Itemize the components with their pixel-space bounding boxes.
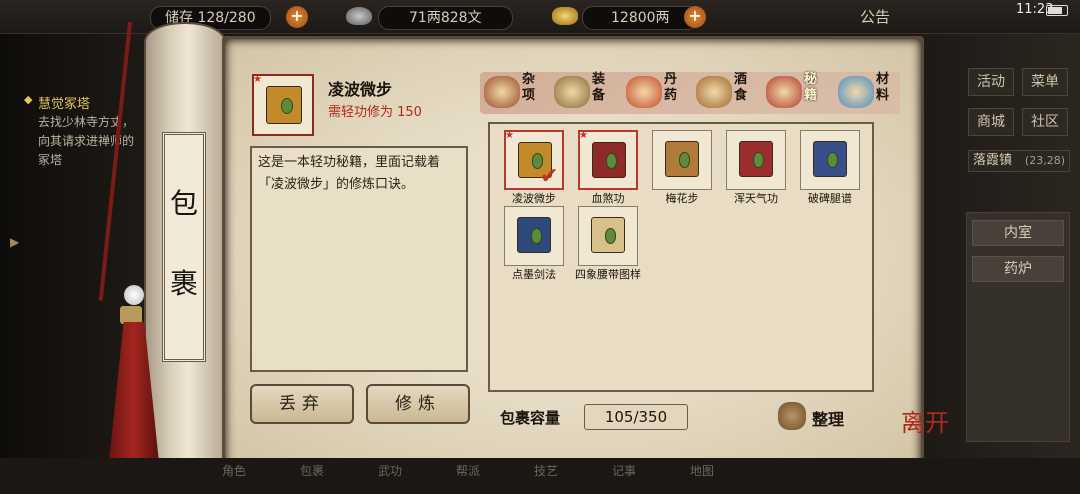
quest-description[interactable]: 去找少林寺方丈，向其请求进禅师的冢塔 xyxy=(38,113,138,170)
bottom-nav-item[interactable]: 武功 xyxy=(378,462,402,492)
money-bag-icon[interactable] xyxy=(778,402,806,430)
town-coords: (23,28) xyxy=(1024,154,1065,167)
expand-arrow-icon[interactable]: ▶ xyxy=(10,235,22,253)
community-button[interactable]: 社区 xyxy=(1022,108,1068,136)
star-icon: ★ xyxy=(505,130,514,141)
capacity-value: 105/350 xyxy=(584,404,688,430)
item-slot[interactable] xyxy=(504,206,564,266)
room-inner-chamber[interactable]: 内室 xyxy=(972,220,1064,246)
book-icon xyxy=(517,217,551,253)
notice-button[interactable]: 公告 xyxy=(860,6,890,27)
pill-icon xyxy=(626,76,662,108)
town-name[interactable]: 落霞镇 (23,28) xyxy=(968,150,1070,172)
tab-1[interactable]: 杂项 xyxy=(484,70,546,114)
book-icon xyxy=(739,141,773,177)
room-list xyxy=(966,212,1070,442)
weapon-icon xyxy=(554,76,590,108)
tab-3[interactable]: 丹药 xyxy=(626,70,688,114)
tab-4[interactable]: 酒食 xyxy=(696,70,758,114)
gold-ingot-icon xyxy=(552,7,578,25)
book-icon xyxy=(592,142,626,178)
discard-button[interactable]: 丢弃 xyxy=(250,384,354,424)
tab-label: 材料 xyxy=(876,72,890,103)
food-icon xyxy=(696,76,732,108)
tab-label: 杂项 xyxy=(522,72,536,103)
tab-6[interactable]: 材料 xyxy=(838,70,900,114)
tab-label: 酒食 xyxy=(734,72,748,103)
bottom-nav-item[interactable]: 角色 xyxy=(222,462,246,492)
sort-button[interactable]: 整理 xyxy=(812,406,844,430)
add-storage-button[interactable]: + xyxy=(286,6,308,28)
item-label: 破碑腿谱 xyxy=(808,192,852,205)
town-label: 落霞镇 xyxy=(973,153,1013,168)
tab-label: 装备 xyxy=(592,72,606,103)
book-icon xyxy=(813,141,847,177)
scroll-title-plate xyxy=(162,132,206,362)
bottom-nav-item[interactable]: 地图 xyxy=(690,462,714,492)
bottom-nav-item[interactable]: 记事 xyxy=(612,462,636,492)
tab-label: 丹药 xyxy=(664,72,678,103)
tassel-cap xyxy=(120,306,142,324)
tab-label: 秘籍 xyxy=(804,72,818,103)
book-icon xyxy=(766,76,802,108)
crystal-icon xyxy=(838,76,874,108)
item-slot[interactable] xyxy=(726,130,786,190)
shop-button[interactable]: 商城 xyxy=(968,108,1014,136)
item-description: 这是一本轻功秘籍，里面记载着「凌波微步」的修炼口诀。 xyxy=(258,155,441,192)
room-alchemy-furnace[interactable]: 药炉 xyxy=(972,256,1064,282)
item-name: 凌波微步 xyxy=(328,80,393,99)
menu-button[interactable]: 菜单 xyxy=(1022,68,1068,96)
scroll-title-char-1: 包 xyxy=(169,187,198,220)
bottom-nav-item[interactable]: 包裹 xyxy=(300,462,324,492)
item-requirement: 需轻功修为 150 xyxy=(328,105,422,120)
checkmark-icon: ✔ xyxy=(540,164,559,189)
add-gold-button[interactable]: + xyxy=(684,6,706,28)
book-icon xyxy=(591,217,625,253)
star-icon: ★ xyxy=(579,130,588,141)
item-label: 四象腰带图样 xyxy=(575,268,641,281)
battery-icon xyxy=(1046,5,1068,16)
jar-icon xyxy=(484,76,520,108)
book-icon xyxy=(665,141,699,177)
quest-title[interactable]: 慧觉冢塔 xyxy=(24,93,90,112)
copper-resource: 71两828文 xyxy=(378,6,513,30)
selected-book-icon xyxy=(266,86,302,124)
gold-value: 12800两 xyxy=(582,6,699,30)
tassel-bead xyxy=(124,285,144,305)
bottom-nav-item[interactable]: 技艺 xyxy=(534,462,558,492)
item-slot[interactable] xyxy=(652,130,712,190)
star-icon: ★ xyxy=(253,74,262,85)
bottom-nav-item[interactable]: 帮派 xyxy=(456,462,480,492)
scroll-title-char-2: 裹 xyxy=(169,267,198,300)
practice-button[interactable]: 修炼 xyxy=(366,384,470,424)
item-slot[interactable] xyxy=(578,206,638,266)
silver-ingot-icon xyxy=(346,7,372,25)
activity-button[interactable]: 活动 xyxy=(968,68,1014,96)
tab-2[interactable]: 装备 xyxy=(554,70,616,114)
copper-value: 71两828文 xyxy=(378,6,513,30)
gold-resource: 12800两 xyxy=(582,6,699,30)
capacity-label: 包裹容量 xyxy=(500,409,561,427)
tab-5[interactable]: 秘籍 xyxy=(766,70,828,114)
item-slot[interactable] xyxy=(800,130,860,190)
